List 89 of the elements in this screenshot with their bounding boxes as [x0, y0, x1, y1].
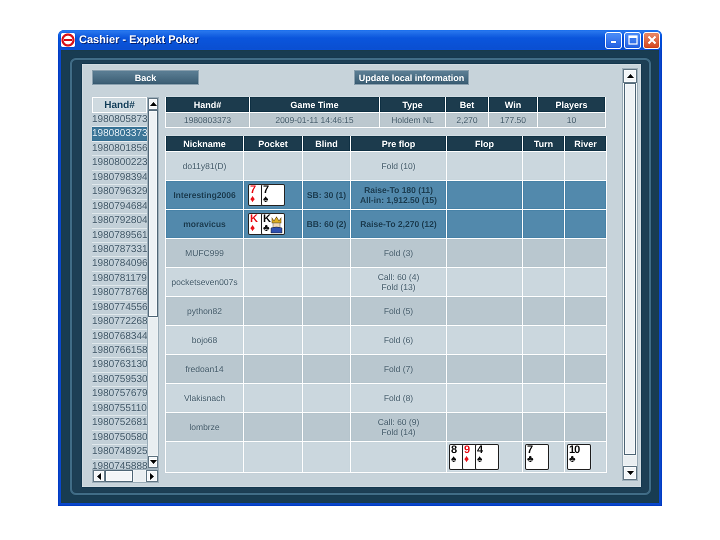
scroll-down-icon — [150, 460, 156, 464]
player-nickname: lombrze — [189, 422, 220, 432]
hand-list-item[interactable]: 1980752681 — [92, 416, 147, 431]
scroll-up-icon — [626, 74, 634, 78]
table-cell: 2009-01-11 14:46:15 — [250, 112, 380, 128]
column-header: Win — [488, 97, 538, 112]
hand-list-item[interactable]: 1980748925 — [92, 445, 147, 460]
column-header: Blind — [302, 136, 350, 152]
window-title: Cashier - Expekt Poker — [79, 34, 200, 46]
playing-card: 10 ♣ — [567, 444, 591, 470]
hand-list-item[interactable]: 1980803373 — [92, 127, 147, 142]
playing-card: 7 ♠ — [261, 184, 285, 206]
player-nickname: pocketseven007s — [171, 277, 238, 287]
hand-list-item[interactable]: 1980800223 — [92, 156, 147, 171]
column-header: Hand# — [166, 97, 250, 112]
vertical-scrollbar[interactable] — [147, 97, 159, 469]
hand-list-item[interactable]: 1980789561 — [92, 228, 147, 243]
minimize-button[interactable] — [605, 32, 622, 48]
close-button[interactable] — [643, 32, 660, 48]
playing-card: K ♣ — [261, 213, 285, 235]
column-header: Bet — [446, 97, 488, 112]
preflop-action: Fold (5) — [382, 306, 414, 316]
hand-list-item[interactable]: 1980798394 — [92, 170, 147, 186]
hand-list-item[interactable]: 1980784096 — [92, 257, 147, 272]
column-header: Game Time — [250, 97, 380, 112]
hand-list-item[interactable]: 1980759530 — [92, 372, 147, 388]
column-header: Pocket — [244, 136, 302, 152]
player-nickname: do11y81(D) — [182, 161, 226, 171]
hand-list-item[interactable]: 1980766158 — [92, 344, 147, 358]
player-nickname: MUFC999 — [185, 248, 224, 258]
table-cell: 2,270 — [446, 112, 488, 128]
hand-list-item[interactable]: 1980801856 — [92, 142, 147, 156]
hand-list-item[interactable]: 1980781179 — [92, 272, 147, 286]
playing-card: 4 ♠ — [475, 444, 499, 470]
update-button[interactable]: Update local information — [354, 70, 469, 85]
maximize-icon — [628, 35, 638, 45]
column-header: Flop — [446, 136, 522, 152]
preflop-action: Raise-To 2,270 (12) — [359, 219, 438, 229]
player-nickname: fredoan14 — [185, 364, 224, 374]
hand-list-item[interactable]: 1980763130 — [92, 358, 147, 373]
hand-list-item[interactable]: 1980796329 — [92, 185, 147, 200]
player-nickname: Interesting2006 — [173, 190, 236, 200]
maximize-button[interactable] — [624, 32, 641, 48]
preflop-action: Fold (3) — [382, 248, 414, 258]
hand-list-item[interactable]: 1980774556 — [92, 300, 147, 316]
preflop-action: Call: 60 (9) Fold (14) — [376, 417, 420, 437]
playing-card: 7 ♣ — [525, 444, 549, 470]
hand-list-item[interactable]: 1980794684 — [92, 200, 147, 214]
hand-list-item[interactable]: 1980750580 — [92, 430, 147, 446]
blind-amount: SB: 30 (1) — [306, 190, 346, 200]
hand-list-item[interactable]: 1980778768 — [92, 286, 147, 301]
column-header: Players — [538, 97, 606, 112]
column-header: River — [564, 136, 606, 152]
scroll-down-icon — [626, 471, 634, 475]
table-cell: 1980803373 — [166, 112, 250, 128]
close-icon — [646, 35, 656, 45]
scroll-right-icon — [150, 472, 154, 480]
hand-list-item[interactable]: 1980772268 — [92, 315, 147, 330]
blind-amount: BB: 60 (2) — [306, 219, 346, 229]
preflop-action: Fold (7) — [382, 364, 414, 374]
column-header: Nickname — [166, 136, 244, 152]
scroll-up-icon — [150, 102, 156, 106]
hand-list-item[interactable]: 1980787331 — [92, 242, 147, 258]
scroll-left-icon — [97, 472, 101, 480]
column-header: Turn — [522, 136, 564, 152]
player-nickname: Vlakisnach — [184, 393, 226, 403]
hand-list-item[interactable]: 1980755110 — [92, 402, 147, 416]
hand-list-item[interactable]: 1980757679 — [92, 387, 147, 402]
table-cell: 10 — [538, 112, 606, 128]
hand-list-item[interactable]: 1980805873 — [92, 113, 147, 128]
column-header: Type — [380, 97, 446, 112]
preflop-action: Raise-To 180 (11) All-in: 1,912.50 (15) — [358, 185, 438, 205]
preflop-action: Fold (8) — [382, 393, 414, 403]
app-logo-icon — [61, 33, 75, 47]
column-header: Pre flop — [350, 136, 446, 152]
back-button[interactable]: Back — [92, 70, 199, 85]
preflop-action: Fold (6) — [382, 335, 414, 345]
preflop-action: Fold (10) — [380, 161, 416, 171]
player-nickname: moravicus — [183, 219, 226, 229]
player-nickname: bojo68 — [192, 335, 218, 345]
horizontal-scrollbar[interactable] — [92, 469, 159, 483]
preflop-action: Call: 60 (4) Fold (13) — [376, 272, 420, 292]
vertical-scrollbar[interactable] — [622, 68, 638, 481]
hand-list-item[interactable]: 1980768344 — [92, 330, 147, 344]
player-nickname: python82 — [187, 306, 222, 316]
table-cell: 177.50 — [488, 112, 538, 128]
column-header: Hand# — [92, 97, 147, 113]
table-cell: Holdem NL — [380, 112, 446, 128]
hand-list-item[interactable]: 1980792804 — [92, 214, 147, 228]
